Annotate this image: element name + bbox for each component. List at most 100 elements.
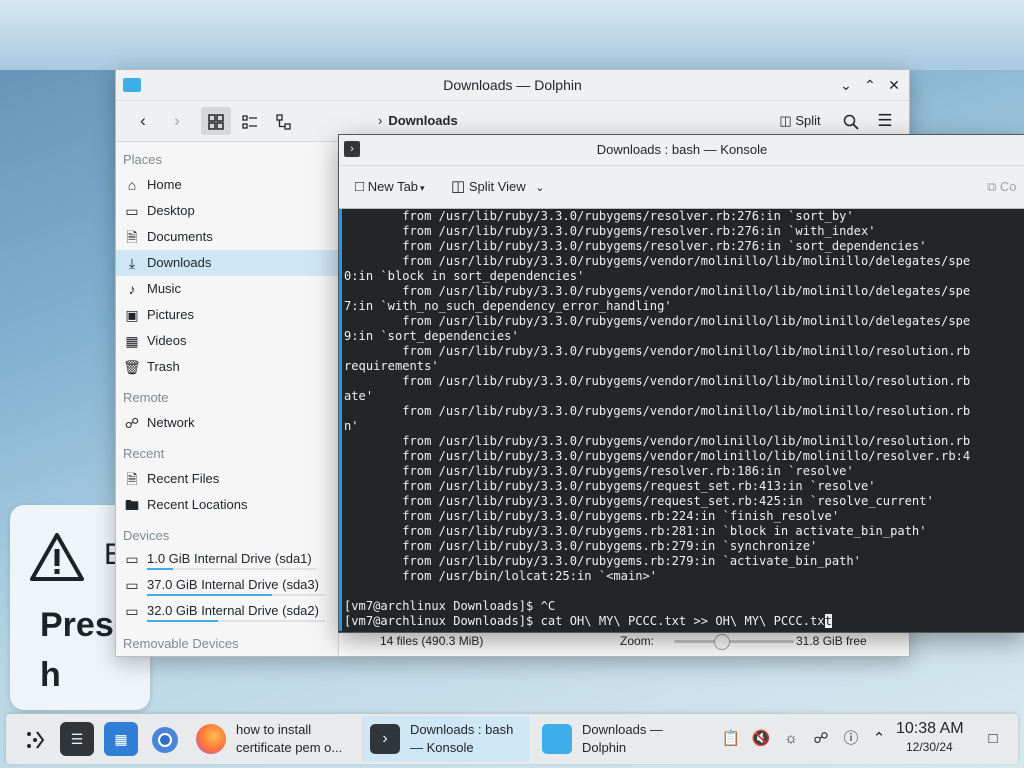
split-view-button[interactable]: ◫ Split View ⌄ (451, 166, 545, 209)
volume-muted-icon[interactable]: 🔇 (748, 714, 774, 764)
system-settings-launcher[interactable]: ☰ (60, 722, 94, 756)
terminal-line: from /usr/lib/ruby/3.3.0/rubygems.rb:281… (402, 524, 927, 538)
sidebar-item-downloads[interactable]: ⤓ Downloads (116, 250, 338, 276)
sidebar-item-pictures[interactable]: ▣ Pictures (116, 302, 338, 328)
sidebar-item-recent-files[interactable]: 🗎 Recent Files (116, 466, 338, 492)
window-title: Downloads : bash — Konsole (596, 142, 768, 157)
places-header: Places (123, 152, 163, 167)
clock-time[interactable]: 10:38 AM (896, 720, 964, 738)
warning-icon (30, 533, 84, 581)
help-icon[interactable]: ⓘ (838, 714, 864, 764)
drive-usage-bar (147, 568, 317, 570)
task-dolphin[interactable]: Downloads — Dolphin (534, 716, 702, 762)
sidebar-item-desktop[interactable]: ▭ Desktop (116, 198, 338, 224)
sidebar-item-documents[interactable]: 🗎 Documents (116, 224, 338, 250)
sidebar-item-drive-sda2[interactable]: ▭ 32.0 GiB Internal Drive (sda2) (116, 598, 338, 624)
terminal-line: 0:in `block in sort_dependencies' (344, 269, 585, 283)
close-button[interactable]: ✕ (884, 75, 904, 95)
zoom-slider[interactable] (674, 640, 794, 643)
clock-date[interactable]: 12/30/24 (906, 740, 953, 754)
minimize-button[interactable]: ⌄ (836, 75, 856, 95)
search-icon (843, 114, 859, 130)
sidebar-item-home[interactable]: ⌂ Home (116, 172, 338, 198)
terminal-line: ate' (344, 389, 374, 403)
clipboard-icon[interactable]: 📋 (718, 714, 744, 764)
split-button[interactable]: ◫ Split (770, 107, 830, 135)
task-subtitle: certificate pem o... (236, 740, 343, 755)
sidebar-item-drive-sda1[interactable]: ▭ 1.0 GiB Internal Drive (sda1) (116, 546, 338, 572)
drive-icon: ▭ (125, 551, 139, 567)
search-button[interactable] (838, 107, 864, 135)
recent-locations-icon: 🖿 (125, 497, 139, 513)
details-view-button[interactable] (269, 107, 299, 135)
konsole-window: › Downloads : bash — Konsole □ New Tab ▾ … (338, 134, 1024, 633)
terminal-line: from /usr/lib/ruby/3.3.0/rubygems/vendor… (402, 434, 971, 448)
copy-icon: ⧉ (987, 179, 997, 194)
home-icon: ⌂ (127, 177, 137, 193)
trash-icon: 🗑 (123, 359, 141, 375)
terminal-view[interactable]: from /usr/lib/ruby/3.3.0/rubygems/resolv… (339, 209, 1024, 631)
new-tab-button[interactable]: □ New Tab ▾ (355, 166, 425, 209)
terminal-line: from /usr/lib/ruby/3.3.0/rubygems/resolv… (402, 209, 854, 223)
tray-expand-icon[interactable]: ⌃ (866, 714, 892, 764)
recent-files-icon: 🗎 (126, 471, 138, 487)
zoom-slider-handle[interactable] (714, 634, 730, 650)
show-desktop-icon[interactable]: □ (980, 714, 1006, 764)
drive-usage-bar (147, 620, 325, 622)
hamburger-menu-button[interactable]: ☰ (872, 107, 898, 135)
compact-view-button[interactable] (235, 107, 265, 135)
terminal-line: 7:in `with_no_such_dependency_error_hand… (344, 299, 672, 313)
brightness-icon[interactable]: ☼ (778, 714, 804, 764)
terminal-line: from /usr/lib/ruby/3.3.0/rubygems/vendor… (402, 314, 971, 328)
terminal-line: from /usr/bin/lolcat:25:in `<main>' (402, 569, 658, 583)
sidebar-item-music[interactable]: ♪ Music (116, 276, 338, 302)
sidebar-item-trash[interactable]: 🗑 Trash (116, 354, 338, 380)
split-label: Split (795, 113, 821, 128)
terminal-line: from /usr/lib/ruby/3.3.0/rubygems/resolv… (402, 224, 876, 238)
title-bar[interactable]: Downloads — Dolphin ⌄ ⌃ ✕ (116, 70, 909, 101)
sidebar-item-videos[interactable]: ▦ Videos (116, 328, 338, 354)
places-panel: Places ⌂ Home ▭ Desktop 🗎 Documents ⤓ Downlo… (116, 142, 339, 656)
sidebar-item-recent-locations[interactable]: 🖿 Recent Locations (116, 492, 338, 518)
documents-icon: 🗎 (126, 229, 138, 245)
chevron-down-icon: ▾ (420, 183, 425, 193)
music-icon: ♪ (128, 281, 136, 297)
terminal-line: from /usr/lib/ruby/3.3.0/rubygems/reques… (402, 479, 876, 493)
sidebar-item-drive-sda3[interactable]: ▭ 37.0 GiB Internal Drive (sda3) (116, 572, 338, 598)
terminal-line: from /usr/lib/ruby/3.3.0/rubygems.rb:279… (402, 539, 818, 553)
terminal-line: from /usr/lib/ruby/3.3.0/rubygems/resolv… (402, 239, 927, 253)
background-text: Pres (40, 606, 114, 644)
drive-icon: ▭ (125, 603, 139, 619)
task-subtitle: Dolphin (582, 740, 627, 755)
toolbar: □ New Tab ▾ ◫ Split View ⌄ ⧉ Co (339, 166, 1024, 209)
terminal-line: from /usr/lib/ruby/3.3.0/rubygems/vendor… (402, 449, 971, 463)
back-button[interactable]: ‹ (130, 107, 156, 135)
drive-usage-bar (147, 594, 325, 596)
title-bar[interactable]: › Downloads : bash — Konsole (339, 135, 1024, 166)
forward-button[interactable]: › (164, 107, 190, 135)
split-view-icon: ◫ (451, 178, 466, 195)
discover-launcher[interactable]: ▦ (104, 722, 138, 756)
network-icon[interactable]: ☍ (808, 714, 834, 764)
task-firefox[interactable]: how to install certificate pem o... (188, 716, 358, 762)
app-launcher-button[interactable] (18, 722, 52, 756)
menu-icon: ☰ (877, 111, 893, 130)
terminal-line: n' (344, 419, 359, 433)
breadcrumb-downloads[interactable]: Downloads (388, 113, 457, 128)
drive-usage-fill (147, 594, 272, 596)
task-subtitle: — Konsole (410, 740, 474, 755)
icons-view-button[interactable] (201, 107, 231, 135)
task-konsole[interactable]: › Downloads : bash — Konsole (362, 716, 530, 762)
terminal-scrollback: from /usr/lib/ruby/3.3.0/rubygems/resolv… (344, 209, 970, 613)
grid-icon (208, 113, 224, 130)
sidebar-item-network[interactable]: ☍ Network (116, 410, 338, 436)
terminal-line: from /usr/lib/ruby/3.3.0/rubygems/resolv… (402, 464, 854, 478)
drive-usage-fill (147, 568, 173, 570)
terminal-line: [vm7@archlinux Downloads]$ ^C (344, 599, 556, 613)
maximize-button[interactable]: ⌃ (860, 75, 880, 95)
copy-button[interactable]: ⧉ Co (987, 166, 1017, 208)
wallpaper-top (0, 0, 1024, 70)
downloads-icon: ⤓ (128, 255, 136, 271)
browser-launcher[interactable] (148, 722, 182, 756)
background-text: h (40, 656, 61, 694)
